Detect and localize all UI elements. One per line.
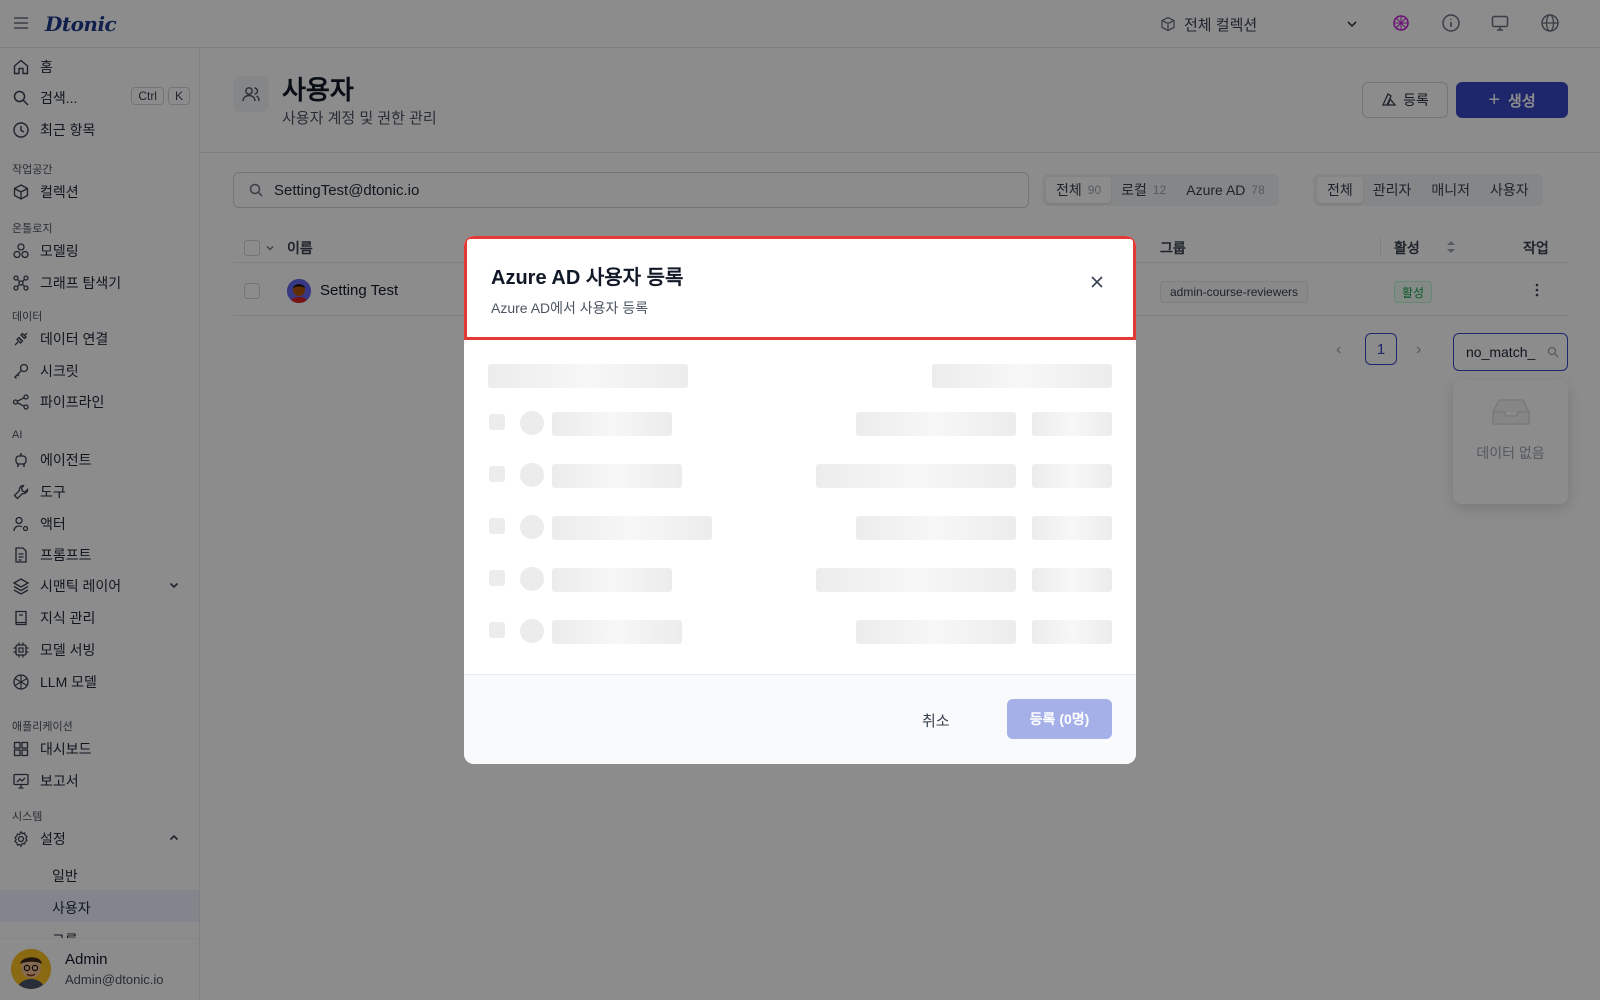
- skeleton-bar: [552, 568, 672, 592]
- skeleton-bar: [552, 412, 672, 436]
- cancel-button[interactable]: 취소: [922, 710, 950, 731]
- skeleton-bar: [932, 364, 1112, 388]
- skeleton-bar: [488, 364, 688, 388]
- skeleton-checkbox: [489, 622, 505, 638]
- skeleton-bar: [1032, 568, 1112, 592]
- skeleton-bar: [856, 620, 1016, 644]
- skeleton-bar: [552, 464, 682, 488]
- skeleton-bar: [856, 516, 1016, 540]
- skeleton-bar: [1032, 516, 1112, 540]
- skeleton-avatar: [520, 619, 544, 643]
- modal-title: Azure AD 사용자 등록: [491, 267, 684, 289]
- close-icon[interactable]: [1087, 272, 1107, 292]
- azure-register-modal: Azure AD 사용자 등록 Azure AD에서 사용자 등록 취소 등록 …: [464, 236, 1136, 764]
- skeleton-bar: [856, 412, 1016, 436]
- skeleton-avatar: [520, 463, 544, 487]
- skeleton-bar: [552, 620, 682, 644]
- modal-footer: 취소 등록 (0명): [464, 674, 1136, 764]
- skeleton-avatar: [520, 567, 544, 591]
- skeleton-checkbox: [489, 466, 505, 482]
- register-submit-button[interactable]: 등록 (0명): [1007, 699, 1112, 739]
- skeleton-avatar: [520, 515, 544, 539]
- modal-header: Azure AD 사용자 등록 Azure AD에서 사용자 등록: [464, 236, 1136, 340]
- skeleton-bar: [816, 568, 1016, 592]
- modal-description: Azure AD에서 사용자 등록: [491, 300, 649, 316]
- skeleton-checkbox: [489, 570, 505, 586]
- skeleton-avatar: [520, 411, 544, 435]
- skeleton-checkbox: [489, 414, 505, 430]
- skeleton-checkbox: [489, 518, 505, 534]
- skeleton-bar: [552, 516, 712, 540]
- skeleton-bar: [1032, 620, 1112, 644]
- skeleton-bar: [1032, 464, 1112, 488]
- skeleton-bar: [1032, 412, 1112, 436]
- skeleton-bar: [816, 464, 1016, 488]
